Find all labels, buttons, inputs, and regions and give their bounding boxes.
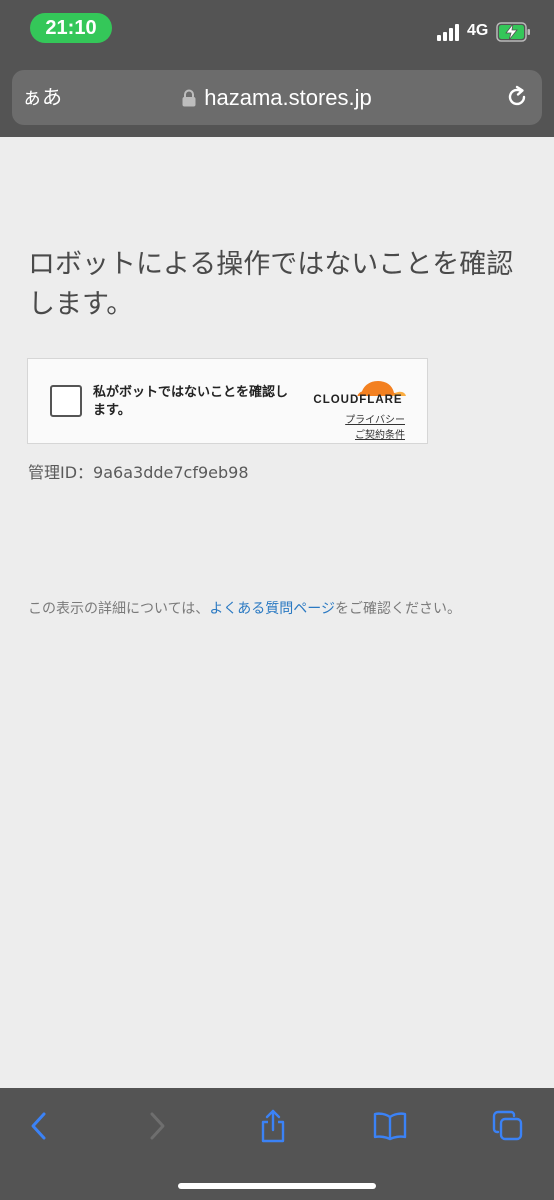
verify-checkbox-label[interactable]: 私がボットではないことを確認します。 <box>93 384 293 420</box>
notice-text-before: この表示の詳細については、 <box>28 601 210 617</box>
battery-charging-icon <box>496 22 530 42</box>
share-icon <box>261 1109 285 1143</box>
help-notice: この表示の詳細については、よくある質問ページをご確認ください。 <box>28 595 518 623</box>
lock-icon <box>182 89 196 106</box>
forward-button[interactable] <box>137 1106 177 1146</box>
tabs-icon <box>492 1110 523 1141</box>
page-content: ロボットによる操作ではないことを確認します。 私がボットではないことを確認します… <box>0 137 554 1088</box>
bookmarks-button[interactable] <box>370 1106 410 1146</box>
network-type: 4G <box>467 22 489 39</box>
status-time: 21:10 <box>30 13 112 43</box>
management-id: 管理ID：9a6a3dde7cf9eb98 <box>28 459 249 483</box>
home-indicator[interactable] <box>178 1183 376 1189</box>
back-icon <box>31 1112 46 1140</box>
faq-link[interactable]: よくある質問ページ <box>209 601 335 617</box>
browser-top-chrome: 21:10 4G ぁあ hazama.stores.jp <box>0 0 554 137</box>
share-button[interactable] <box>253 1106 293 1146</box>
cloudflare-logo-text: CLOUDFLARE <box>313 394 403 406</box>
cellular-signal-icon <box>437 24 463 41</box>
url-display: hazama.stores.jp <box>12 70 542 125</box>
forward-icon <box>150 1112 165 1140</box>
privacy-link[interactable]: プライバシー <box>345 411 405 426</box>
url-text[interactable]: hazama.stores.jp <box>204 85 372 111</box>
address-bar[interactable]: ぁあ hazama.stores.jp <box>12 70 542 125</box>
back-button[interactable] <box>19 1106 59 1146</box>
reload-icon[interactable] <box>504 84 530 110</box>
management-id-value: 9a6a3dde7cf9eb98 <box>93 463 249 482</box>
tabs-button[interactable] <box>488 1106 528 1146</box>
page-title: ロボットによる操作ではないことを確認します。 <box>28 249 514 320</box>
management-id-label: 管理ID： <box>28 463 94 482</box>
notice-text-after: をご確認ください。 <box>335 601 462 617</box>
status-bar: 21:10 4G <box>0 0 554 60</box>
cloudflare-challenge-widget: 私がボットではないことを確認します。 CLOUDFLARE プライバシー ご契約… <box>27 358 428 444</box>
bookmarks-icon <box>373 1112 407 1141</box>
terms-link[interactable]: ご契約条件 <box>355 426 405 441</box>
verify-checkbox[interactable] <box>50 385 82 417</box>
